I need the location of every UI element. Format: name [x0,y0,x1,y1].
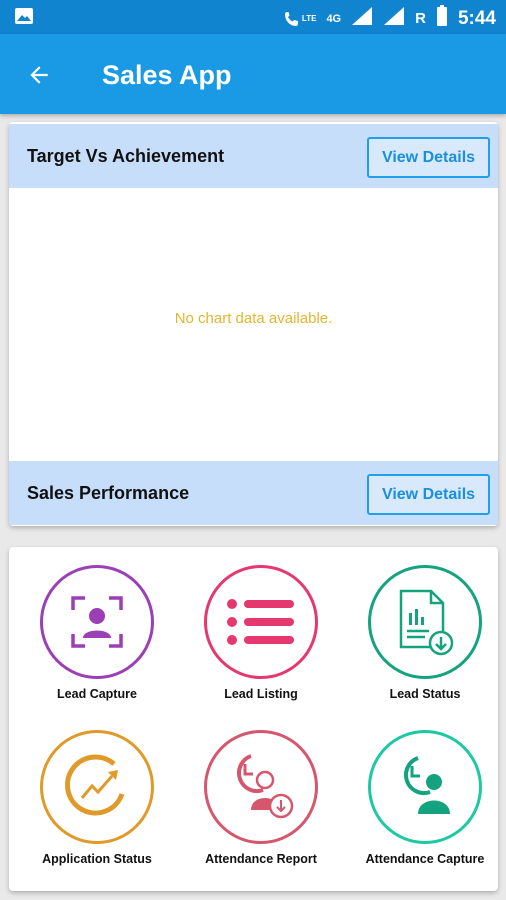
list-icon [227,599,294,645]
icon-circle [204,730,318,844]
view-details-button[interactable]: View Details [367,137,490,178]
back-button[interactable] [22,58,56,92]
section-title: Sales Performance [27,483,190,503]
lte-label: LTE [301,14,317,23]
call-wifi-icon: LTE [283,9,317,29]
icon-circle [40,565,154,679]
view-details-button[interactable]: View Details [367,474,490,515]
icon-circle [368,730,482,844]
app-title: Sales App [102,60,232,90]
empty-chart-message: No chart data available. [174,310,333,327]
battery-icon [436,5,448,32]
signal-icon-2 [383,6,405,31]
clock: 5:44 [457,7,496,29]
menu-tile-lead-listing[interactable]: Lead Listing [181,553,341,703]
lead-capture-icon [71,596,123,648]
app-bar: Sales App [0,34,506,114]
growth-chart-icon [64,754,125,816]
roaming-label: R [415,10,426,27]
status-bar: LTE 4G R 5:44 [0,0,506,34]
icon-circle [204,565,318,679]
menu-grid: Lead Capture Lead Listing Lead Status Ap… [9,547,498,891]
menu-tile-lead-capture[interactable]: Lead Capture [17,553,177,703]
menu-label: Attendance Report [205,852,317,866]
arrow-back-icon [30,66,48,84]
menu-tile-attendance-capture[interactable]: Attendance Capture [345,718,505,868]
network-type-label: 4G [326,12,342,25]
menu-tile-lead-status[interactable]: Lead Status [345,553,505,703]
menu-label: Attendance Capture [365,852,485,866]
menu-label: Lead Listing [224,687,298,701]
menu-label: Lead Capture [57,687,137,701]
menu-tile-application-status[interactable]: Application Status [17,718,177,868]
menu-label: Application Status [42,852,152,866]
sales-performance-header: Sales Performance View Details [9,461,498,525]
charts-card: Target Vs Achievement View Details No ch… [9,122,498,526]
section-title: Target Vs Achievement [27,146,225,166]
image-notification-icon [14,7,34,30]
attendance-report-icon [237,754,294,819]
attendance-capture-icon [404,756,450,814]
signal-icon [351,6,373,31]
report-download-icon [399,589,454,656]
icon-circle [368,565,482,679]
target-vs-achievement-header: Target Vs Achievement View Details [9,124,498,188]
menu-label: Lead Status [389,687,461,701]
icon-circle [40,730,154,844]
menu-tile-attendance-report[interactable]: Attendance Report [181,718,341,868]
